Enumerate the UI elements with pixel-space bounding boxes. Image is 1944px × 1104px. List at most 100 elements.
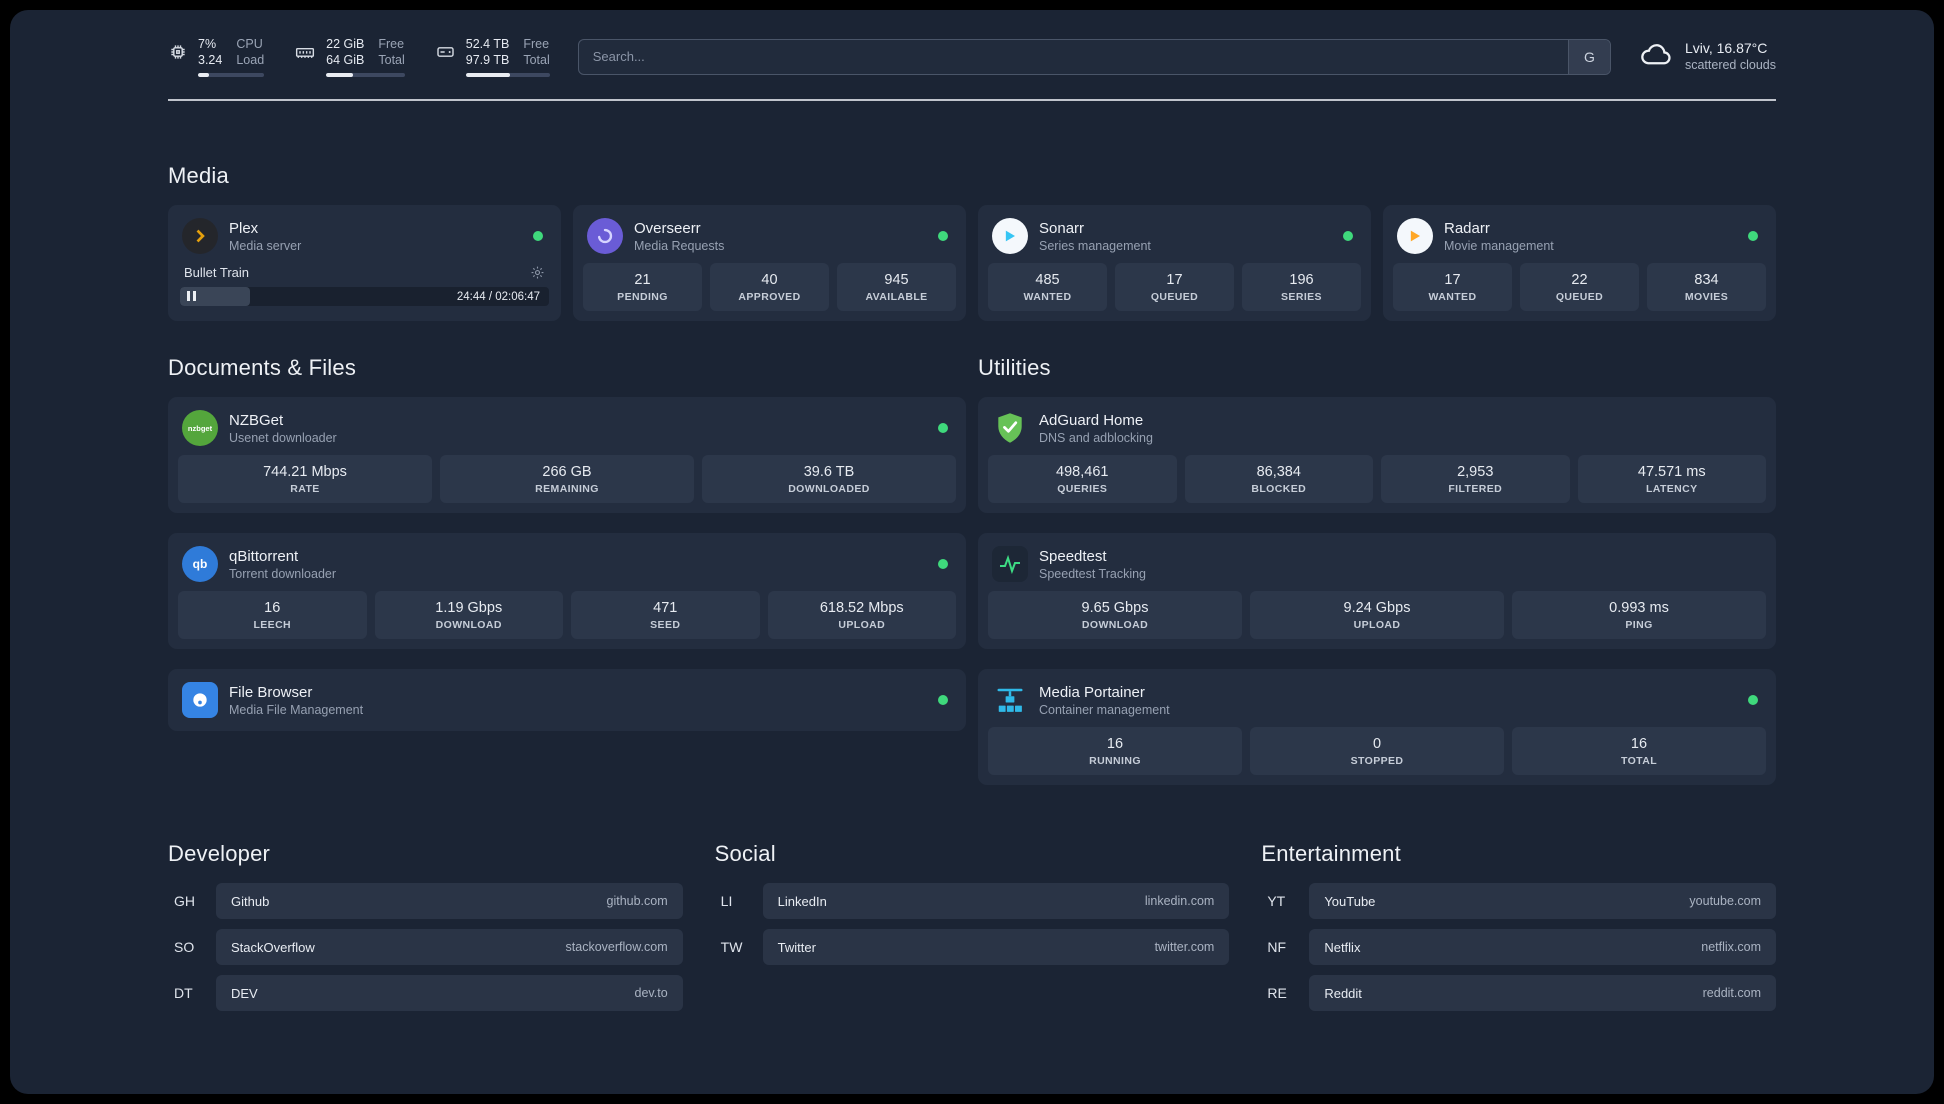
stat-box: 485 WANTED [988, 263, 1107, 311]
bookmark-link-youtube[interactable]: YouTube youtube.com [1309, 883, 1776, 919]
bookmark-abbr: GH [174, 893, 195, 909]
service-desc: Container management [1039, 702, 1170, 717]
playback-time: 24:44 / 02:06:47 [456, 290, 540, 303]
stat-box: 47.571 ms LATENCY [1577, 455, 1766, 503]
service-name: Media Portainer [1039, 683, 1145, 701]
plex-service-link[interactable]: Plex Media server [178, 215, 551, 263]
stat-value: 17 [1444, 272, 1461, 288]
stat-label: DOWNLOAD [435, 619, 502, 631]
cpu-load-label: Load [236, 53, 265, 67]
overseerr-service-link[interactable]: Overseerr Media Requests [583, 215, 956, 263]
service-name: NZBGet [229, 411, 284, 429]
service-name: Radarr [1444, 219, 1490, 237]
bookmark-link-dev[interactable]: DEV dev.to [216, 975, 683, 1011]
disk-total-label: Total [523, 53, 550, 67]
bookmark-name: Netflix [1324, 939, 1361, 955]
bookmark-abbr: NF [1267, 939, 1286, 955]
bookmarks-section: Developer GH Github github.com SO StackO… [168, 841, 1776, 1021]
disk-free-value: 52.4 TB [465, 37, 510, 51]
stat-box: 16 TOTAL [1512, 727, 1766, 775]
stat-value: 2,953 [1457, 464, 1494, 480]
service-desc: Series management [1039, 238, 1151, 253]
bookmark-link-stackoverflow[interactable]: StackOverflow stackoverflow.com [216, 929, 683, 965]
stat-box: 17 QUEUED [1115, 263, 1234, 311]
stat-label: RATE [290, 483, 320, 495]
filebrowser-service-link[interactable]: File Browser Media File Management [178, 679, 956, 721]
disk-widget: 52.4 TB 97.9 TB Free Total [435, 36, 550, 77]
status-dot [938, 423, 948, 433]
stat-label: UPLOAD [1353, 619, 1401, 631]
bookmark-link-reddit[interactable]: Reddit reddit.com [1309, 975, 1776, 1011]
status-dot [533, 231, 543, 241]
stat-value: 21 [634, 272, 651, 288]
stat-label: FILTERED [1448, 483, 1503, 495]
stat-value: 618.52 Mbps [819, 600, 904, 616]
service-desc: Media Requests [634, 238, 725, 253]
plex-card: Plex Media server Bullet Train 24:44 / 0… [168, 205, 561, 321]
stat-value: 86,384 [1256, 464, 1301, 480]
stat-value: 0.993 ms [1609, 600, 1669, 616]
sonarr-card: Sonarr Series management 485 WANTED 17 QUE… [978, 205, 1371, 321]
stat-box: 618.52 Mbps UPLOAD [767, 591, 956, 639]
service-desc: Torrent downloader [229, 566, 337, 581]
bookmark-row: YT YouTube youtube.com [1261, 883, 1776, 919]
service-name: AdGuard Home [1039, 411, 1144, 429]
stat-value: 9.65 Gbps [1081, 600, 1149, 616]
bookmark-url: stackoverflow.com [565, 940, 668, 954]
qbittorrent-icon: qb [182, 546, 218, 582]
bookmark-url: linkedin.com [1144, 894, 1215, 908]
sonarr-service-link[interactable]: Sonarr Series management [988, 215, 1361, 263]
stat-box: 471 SEED [571, 591, 760, 639]
stat-box: 21 PENDING [583, 263, 702, 311]
overseerr-icon [587, 218, 623, 254]
service-name: qBittorrent [229, 547, 299, 565]
stat-label: APPROVED [738, 291, 801, 303]
adguard-service-link[interactable]: AdGuard Home DNS and adblocking [988, 407, 1766, 455]
bookmark-link-github[interactable]: Github github.com [216, 883, 683, 919]
stat-label: SERIES [1281, 291, 1322, 303]
system-widgets: 7% 3.24 CPU Load 22 GiB 64 GiB Free Total [168, 36, 550, 77]
stat-label: REMAINING [535, 483, 599, 495]
bookmark-url: netflix.com [1701, 940, 1761, 954]
adguard-shield-icon [992, 410, 1028, 446]
entertainment-heading: Entertainment [1261, 841, 1401, 866]
qbittorrent-service-link[interactable]: qb qBittorrent Torrent downloader [178, 543, 956, 591]
stat-label: WANTED [1023, 291, 1072, 303]
speedtest-service-link[interactable]: Speedtest Speedtest Tracking [988, 543, 1766, 591]
speedtest-pulse-icon [992, 546, 1028, 582]
search-provider-button[interactable]: G [1567, 39, 1610, 74]
status-dot [938, 695, 948, 705]
disk-usage-bar [465, 73, 550, 77]
stat-label: PING [1625, 619, 1653, 631]
bookmark-link-twitter[interactable]: Twitter twitter.com [762, 929, 1230, 965]
search-input[interactable] [578, 49, 1568, 64]
sonarr-icon [992, 218, 1028, 254]
stat-label: LATENCY [1645, 483, 1698, 495]
nzbget-service-link[interactable]: nzbget NZBGet Usenet downloader [178, 407, 956, 455]
stat-box: 22 QUEUED [1520, 263, 1639, 311]
portainer-service-link[interactable]: Media Portainer Container management [988, 679, 1766, 727]
bookmark-link-netflix[interactable]: Netflix netflix.com [1309, 929, 1776, 965]
bookmark-name: StackOverflow [231, 939, 315, 955]
stat-box: 0.993 ms PING [1512, 591, 1766, 639]
bookmark-url: twitter.com [1154, 940, 1215, 954]
stat-label: QUEUED [1150, 291, 1199, 303]
service-desc: Speedtest Tracking [1039, 566, 1147, 581]
stat-label: SEED [650, 619, 681, 631]
bookmark-abbr: LI [720, 893, 733, 909]
service-name: Plex [229, 219, 259, 237]
gear-icon[interactable] [530, 265, 545, 280]
stat-box: 17 WANTED [1393, 263, 1512, 311]
stat-value: 0 [1372, 736, 1382, 752]
stat-label: DOWNLOAD [1081, 619, 1149, 631]
media-heading: Media [168, 163, 229, 188]
stat-label: AVAILABLE [865, 291, 928, 303]
stat-value: 16 [264, 600, 281, 616]
playback-progress-bar[interactable]: 24:44 / 02:06:47 [180, 287, 549, 306]
bookmark-link-linkedin[interactable]: LinkedIn linkedin.com [762, 883, 1230, 919]
radarr-service-link[interactable]: Radarr Movie management [1393, 215, 1766, 263]
stat-label: DOWNLOADED [788, 483, 870, 495]
stat-box: 40 APPROVED [710, 263, 829, 311]
nzbget-icon: nzbget [182, 410, 218, 446]
stat-label: RUNNING [1089, 755, 1141, 767]
